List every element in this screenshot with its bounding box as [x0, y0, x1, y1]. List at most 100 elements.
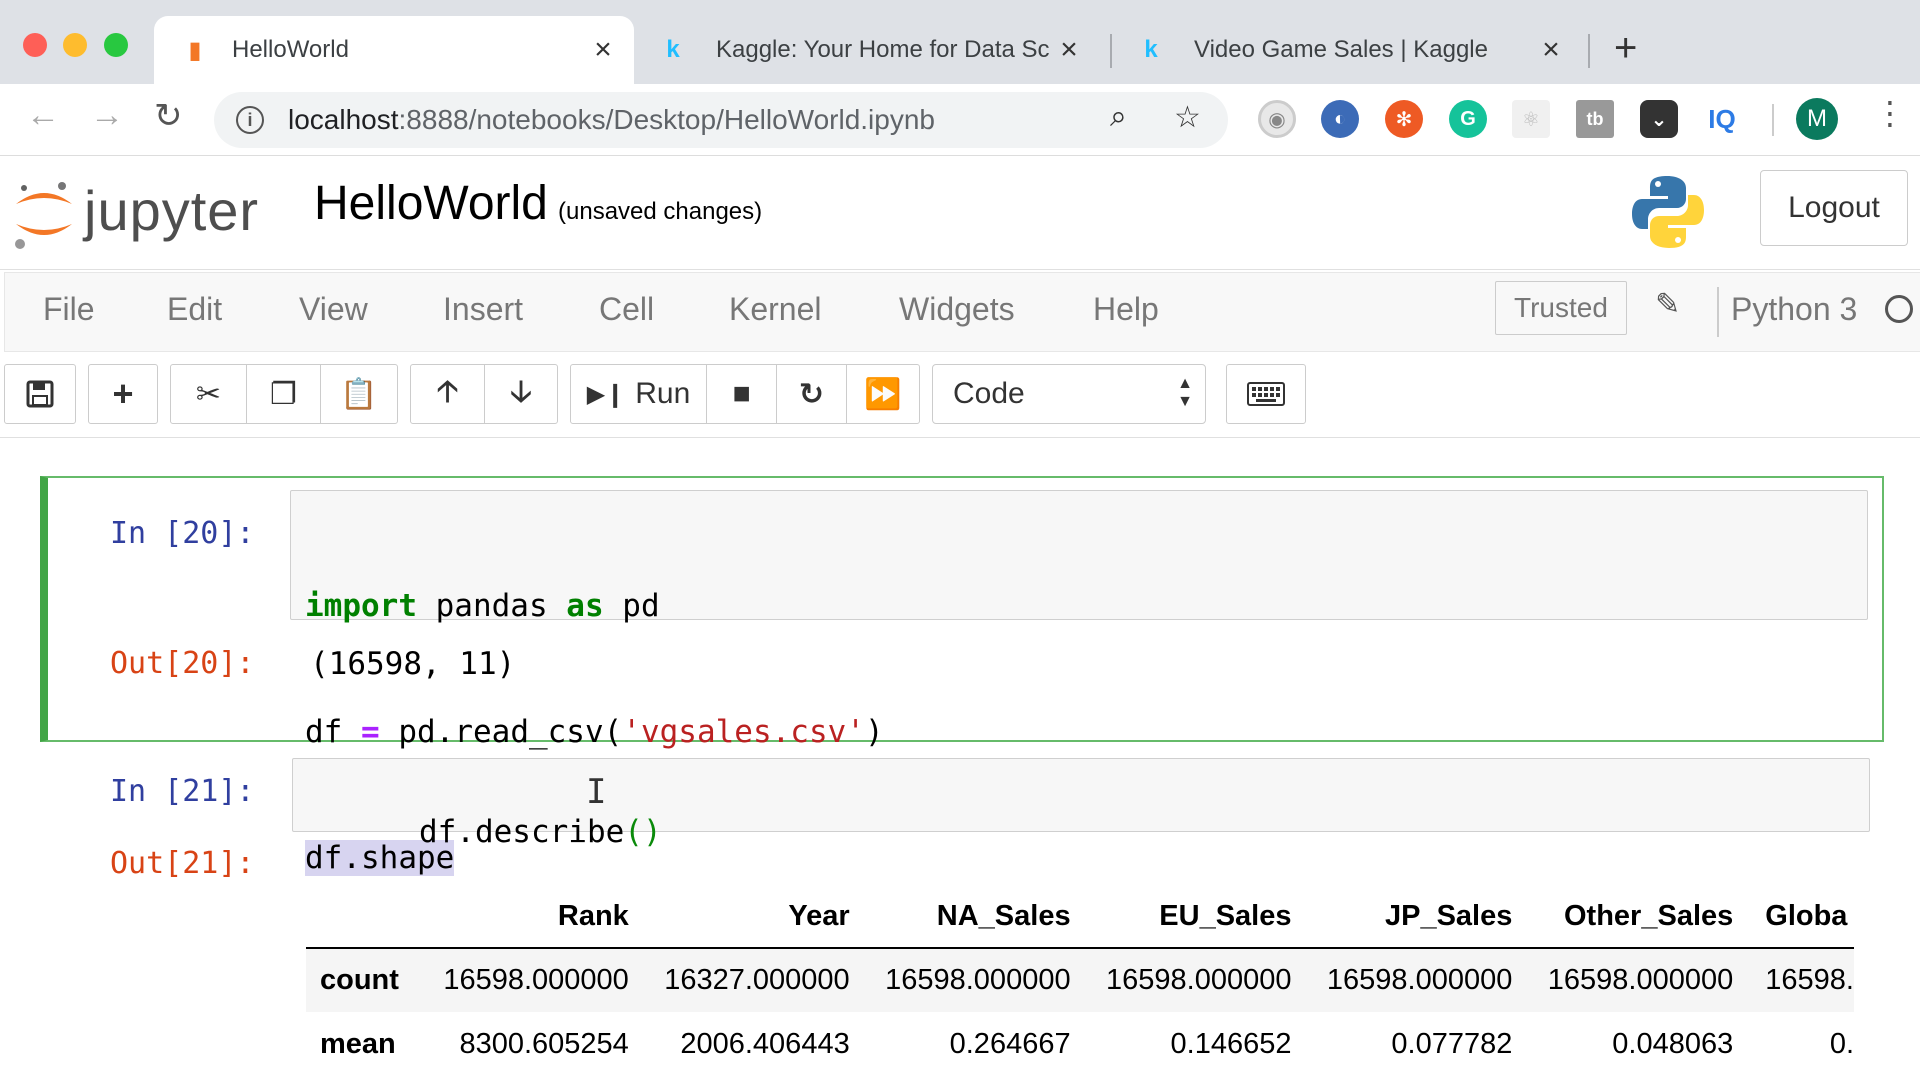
- table-cell: 0.048063: [1612, 1027, 1734, 1060]
- close-window-button[interactable]: [23, 33, 47, 57]
- column-header: NA_Sales: [869, 886, 1091, 949]
- row-label: count: [320, 964, 399, 996]
- tab-title: Kaggle: Your Home for Data Sc: [716, 36, 1050, 63]
- forward-icon[interactable]: →: [90, 96, 124, 135]
- copy-button[interactable]: ❐: [247, 365, 321, 423]
- python-logo-icon: [1632, 176, 1704, 248]
- keyboard-group: [1226, 364, 1306, 424]
- jupyter-wordmark: jupyter: [84, 179, 260, 242]
- close-tab-icon[interactable]: ×: [1054, 33, 1084, 67]
- close-tab-icon[interactable]: ×: [1536, 33, 1566, 67]
- tab-helloworld[interactable]: ▮ HelloWorld ×: [154, 16, 634, 84]
- keyboard-icon: [1247, 382, 1285, 406]
- cell-type-select[interactable]: Code ▲ ▼: [932, 364, 1206, 424]
- tab-title: HelloWorld: [232, 36, 349, 63]
- trusted-indicator[interactable]: Trusted: [1495, 281, 1627, 335]
- browser-menu-icon[interactable]: ⋮: [1874, 94, 1906, 132]
- input-prompt: In [20]:: [110, 516, 255, 551]
- pencil-icon[interactable]: ✎: [1655, 287, 1680, 322]
- bookmark-star-icon[interactable]: ☆: [1174, 100, 1201, 135]
- tab-kaggle-home[interactable]: k Kaggle: Your Home for Data Sc ×: [640, 16, 1100, 84]
- site-info-icon[interactable]: i: [236, 106, 264, 134]
- tab-video-game-sales[interactable]: k Video Game Sales | Kaggle ×: [1118, 16, 1582, 84]
- new-tab-icon[interactable]: +: [1614, 26, 1637, 71]
- menu-view[interactable]: View: [299, 291, 368, 328]
- table-cell: 8300.605254: [459, 1027, 629, 1060]
- restart-button[interactable]: ↻: [777, 365, 847, 423]
- notebook-icon: ▮: [188, 36, 202, 64]
- column-header: Year: [648, 886, 870, 949]
- notebook-menubar: File Edit View Insert Cell Kernel Widget…: [4, 272, 1920, 352]
- minimize-window-button[interactable]: [63, 33, 87, 57]
- jupyter-logo[interactable]: jupyter: [12, 174, 282, 254]
- run-label: Run: [635, 377, 691, 410]
- iq-extension-icon[interactable]: IQ: [1703, 100, 1741, 138]
- toolbar-separator: [1772, 104, 1774, 136]
- save-button[interactable]: [5, 365, 75, 423]
- menu-widgets[interactable]: Widgets: [899, 291, 1015, 328]
- menu-cell[interactable]: Cell: [599, 291, 654, 328]
- plus-icon: +: [112, 373, 134, 414]
- kernel-idle-icon: [1885, 295, 1913, 323]
- url-host: localhost: [288, 104, 399, 135]
- pocket-icon[interactable]: ⌄: [1640, 100, 1678, 138]
- tab-title: Video Game Sales | Kaggle: [1194, 36, 1488, 63]
- close-tab-icon[interactable]: ×: [588, 33, 618, 67]
- jupyter-header: jupyter HelloWorld (unsaved changes) Log…: [0, 156, 1920, 270]
- column-header: Other_Sales: [1532, 886, 1754, 949]
- blue-circle-extension-icon[interactable]: ◐: [1321, 100, 1359, 138]
- table-cell: 16598.000000: [1547, 964, 1734, 996]
- reload-icon[interactable]: ↻: [154, 96, 183, 136]
- menu-insert[interactable]: Insert: [443, 291, 523, 328]
- cut-button[interactable]: ✂: [171, 365, 247, 423]
- address-bar[interactable]: i localhost:8888/notebooks/Desktop/Hello…: [214, 92, 1228, 148]
- code-line-1: import pandas as pd: [305, 588, 660, 624]
- input-prompt: In [21]:: [110, 774, 255, 809]
- text-cursor-icon: I: [586, 772, 607, 812]
- code-cell-selected[interactable]: In [20]: import pandas as pd df = pd.rea…: [40, 476, 1884, 876]
- menu-file[interactable]: File: [43, 291, 95, 328]
- maximize-window-button[interactable]: [104, 33, 128, 57]
- back-icon[interactable]: ←: [26, 96, 60, 135]
- orange-extension-icon[interactable]: ✻: [1385, 100, 1423, 138]
- code-line-2: df = pd.read_csv('vgsales.csv'): [305, 714, 884, 750]
- menu-edit[interactable]: Edit: [167, 291, 222, 328]
- column-header: EU_Sales: [1090, 886, 1312, 949]
- profile-avatar[interactable]: M: [1796, 98, 1838, 140]
- code-editor[interactable]: import pandas as pd df = pd.read_csv('vg…: [290, 490, 1868, 876]
- move-up-button[interactable]: 🡡: [411, 365, 485, 423]
- kernel-name: Python 3: [1731, 291, 1858, 327]
- save-group: [4, 364, 76, 424]
- restart-run-all-button[interactable]: ⏩: [847, 365, 919, 423]
- table-cell: 16598.: [1765, 964, 1854, 996]
- table-row: count 16598.000000 16327.000000 16598.00…: [306, 948, 1854, 1012]
- table-cell: 16598.000000: [885, 964, 1071, 996]
- row-label: mean: [320, 1027, 396, 1060]
- react-devtools-icon[interactable]: ⚛: [1512, 100, 1550, 138]
- notebook-toolbar: + ✂ ❐ 📋 🡡 🡣 ▶❙ Run ■ ↻ ⏩ Code ▲ ▼: [0, 352, 1920, 438]
- arrow-down-icon: 🡣: [510, 374, 532, 408]
- run-button[interactable]: ▶❙ Run: [571, 365, 707, 423]
- interrupt-button[interactable]: ■: [707, 365, 777, 423]
- table-cell: 0.077782: [1391, 1027, 1513, 1060]
- describe-output-table: Rank Year NA_Sales EU_Sales JP_Sales Oth…: [306, 886, 1854, 1076]
- notebook-name[interactable]: HelloWorld: [314, 176, 548, 231]
- code-editor[interactable]: df.describe(): [292, 758, 1870, 850]
- kaggle-k-icon: k: [1144, 36, 1158, 63]
- output-prompt: Out[21]:: [110, 846, 255, 881]
- tb-extension-icon[interactable]: tb: [1576, 100, 1614, 138]
- zoom-icon[interactable]: ⌕: [1110, 100, 1127, 134]
- url-path: :8888/notebooks/Desktop/HelloWorld.ipynb: [398, 104, 935, 135]
- insert-group: +: [88, 364, 158, 424]
- column-header: [306, 886, 428, 949]
- menu-kernel[interactable]: Kernel: [729, 291, 822, 328]
- move-down-button[interactable]: 🡣: [485, 365, 557, 423]
- command-palette-button[interactable]: [1227, 365, 1305, 423]
- logout-button[interactable]: Logout: [1760, 170, 1908, 246]
- camera-extension-icon[interactable]: ◉: [1258, 100, 1296, 138]
- insert-cell-button[interactable]: +: [89, 365, 157, 423]
- menu-help[interactable]: Help: [1093, 291, 1159, 328]
- paste-button[interactable]: 📋: [321, 365, 397, 423]
- table-cell: 16598.000000: [1106, 964, 1292, 996]
- grammarly-icon[interactable]: G: [1449, 100, 1487, 138]
